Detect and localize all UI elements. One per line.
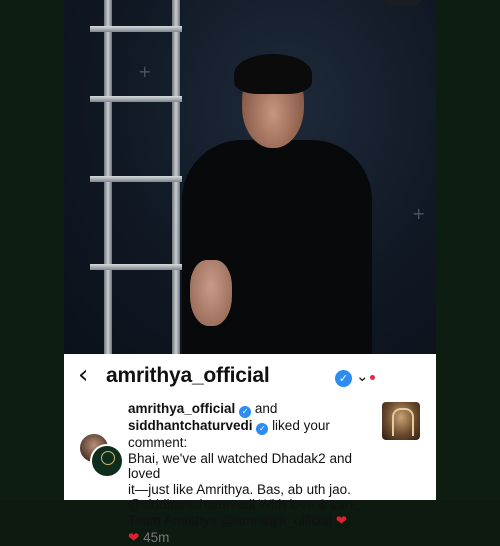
ladder-rung [90, 26, 182, 32]
heart-icon: ❤ [128, 529, 140, 546]
top-indicator [382, 0, 422, 6]
notification-dot [370, 375, 375, 380]
comment-text: it—just like Amrithya. Bas, ab uth jao. [128, 481, 351, 497]
chevron-down-icon[interactable]: ⌄ [356, 367, 369, 385]
heart-icon: ❤ [335, 512, 348, 529]
profile-username[interactable]: amrithya_official [106, 364, 270, 388]
actor-username[interactable]: amrithya_official [128, 401, 235, 416]
person-hand [190, 260, 232, 326]
ladder-rung [90, 176, 182, 182]
ladder-rung [90, 264, 182, 270]
notification-text: amrithya_official ✓ and siddhantchaturve… [128, 401, 370, 546]
post-thumbnail[interactable] [382, 402, 420, 440]
actor-username[interactable]: siddhantchaturvedi [128, 418, 253, 433]
profile-header: ‹ amrithya_official ✓ ⌄ [64, 354, 436, 398]
thumbnail-arch [392, 408, 414, 436]
like-notification[interactable]: amrithya_official ✓ and siddhantchaturve… [64, 398, 436, 545]
verified-badge-icon: ✓ [239, 406, 252, 418]
timestamp: 45m [143, 529, 170, 545]
studio-light-sparkle: + [138, 62, 152, 81]
comment-text: Bhai, we've all watched Dhadak2 and love… [128, 450, 352, 482]
notification-panel: ‹ amrithya_official ✓ ⌄ amrithya_officia… [64, 354, 436, 545]
verified-badge-icon: ✓ [256, 423, 269, 435]
logo-mark-icon [101, 451, 115, 465]
post-photo: + + + [64, 0, 436, 354]
person-hair [234, 54, 312, 94]
chevron-left-icon[interactable]: ‹ [78, 362, 88, 388]
comment-text: Team Amrithya @amrithya_official [128, 512, 333, 528]
conjunction-text: and [254, 401, 278, 416]
verified-badge-icon: ✓ [335, 370, 352, 387]
studio-light-sparkle: + [412, 204, 426, 223]
ladder-rung [90, 96, 182, 102]
brand-logo-avatar [90, 444, 124, 478]
avatar-stack[interactable] [78, 432, 124, 478]
